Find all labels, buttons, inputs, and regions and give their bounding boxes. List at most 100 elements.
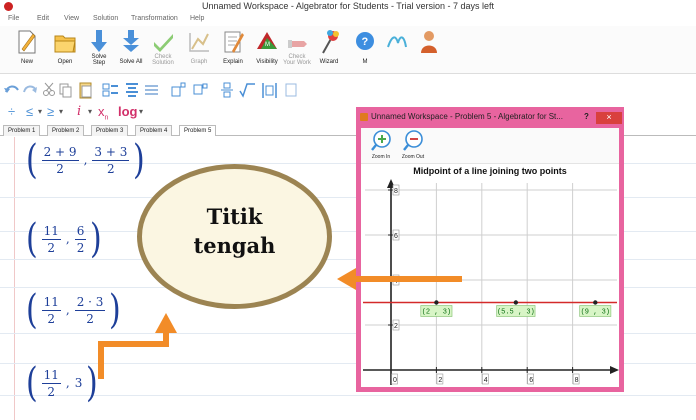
visibility-icon: M xyxy=(257,32,277,49)
italic-dropdown-icon[interactable]: ▾ xyxy=(88,107,92,123)
y-tick-label: 2 xyxy=(394,323,398,330)
ribbon-toolbar: New Open Solve Step Solve All Check Solu… xyxy=(0,26,696,74)
comma: , xyxy=(83,153,88,167)
denominator: 2 xyxy=(76,240,85,255)
comma: , xyxy=(65,232,70,246)
divide-button[interactable]: ÷ xyxy=(8,104,15,120)
menu-help[interactable]: Help xyxy=(190,15,204,22)
x-tick-label: 2 xyxy=(438,377,442,384)
x-tick-label: 8 xyxy=(575,377,579,384)
align-right-icon xyxy=(145,85,158,95)
graph-button[interactable]: Graph xyxy=(180,26,218,74)
zoom-in-button[interactable]: Zoom In xyxy=(367,129,395,163)
menu-file[interactable]: File xyxy=(8,15,19,22)
denominator: 2 xyxy=(56,161,64,176)
log-dropdown-icon[interactable]: ▾ xyxy=(139,107,143,123)
log-button[interactable]: log xyxy=(118,104,138,120)
open-button[interactable]: Open xyxy=(46,26,84,74)
numerator: 11 xyxy=(41,223,61,240)
menu-view[interactable]: View xyxy=(64,15,79,22)
graph-window-logo-icon xyxy=(360,113,368,121)
denominator: 2 xyxy=(107,161,115,176)
check-solution-button[interactable]: Check Solution xyxy=(144,26,182,74)
graph-window-titlebar[interactable]: Unnamed Workspace - Problem 5 - Algebrat… xyxy=(360,110,622,124)
graph-window-body: Zoom In Zoom Out Midpoint of a line join… xyxy=(361,128,619,387)
fraction: 3 + 32 xyxy=(92,144,130,176)
step-3-expression[interactable]: ( 11 2 , 2 · 32 ) xyxy=(24,290,123,330)
title-bar: Unnamed Workspace - Algebrator for Stude… xyxy=(0,0,696,14)
callout-line-2: tengah xyxy=(193,233,276,258)
data-point xyxy=(434,300,439,305)
margin-line xyxy=(14,137,15,420)
zoom-in-icon xyxy=(371,130,391,151)
right-paren: ) xyxy=(86,360,99,406)
menu-bar: File Edit View Solution Transformation H… xyxy=(0,14,696,26)
graph-close-button[interactable]: × xyxy=(596,112,622,124)
paste-icon xyxy=(79,82,92,99)
y-tick-label: 8 xyxy=(394,188,398,195)
graph-help-button[interactable]: ? xyxy=(584,110,589,124)
svg-text:M: M xyxy=(265,42,270,48)
graph-icon xyxy=(189,33,209,52)
ruled-line xyxy=(0,395,696,396)
wizard-button[interactable]: Wizard xyxy=(310,26,348,74)
graph-title: Midpoint of a line joining two points xyxy=(413,166,567,176)
menu-transformation[interactable]: Transformation xyxy=(131,15,178,22)
matrix-icon xyxy=(285,83,297,97)
left-paren: ( xyxy=(25,360,38,406)
graph-toolbar: Zoom In Zoom Out xyxy=(361,128,619,164)
format-toolbar-1 xyxy=(0,79,696,101)
tab-problem-2[interactable]: Problem 2 xyxy=(47,125,85,136)
step-1-expression[interactable]: ( 2 + 92 , 3 + 32 ) xyxy=(24,140,147,180)
denominator: 2 xyxy=(47,311,56,326)
left-paren: ( xyxy=(25,137,38,183)
solve-step-icon xyxy=(91,30,107,52)
subscript-n: n xyxy=(104,114,109,122)
zoom-out-icon xyxy=(403,130,423,151)
fraction: 62 xyxy=(74,224,87,255)
zoom-out-button[interactable]: Zoom Out xyxy=(399,129,427,163)
italic-button[interactable]: i xyxy=(77,104,81,120)
numerator: 2 · 3 xyxy=(74,294,106,311)
fraction: 2 + 92 xyxy=(41,145,79,176)
root-icon xyxy=(239,83,255,98)
greater-equal-dropdown-icon[interactable]: ▾ xyxy=(59,107,63,123)
abs-icon xyxy=(262,83,277,98)
left-paren: ( xyxy=(25,216,38,262)
x-axis-arrow xyxy=(610,366,619,374)
numerator: 3 + 3 xyxy=(92,144,130,161)
menu-solution[interactable]: Solution xyxy=(93,15,118,22)
redo-icon xyxy=(23,85,37,93)
value: 3 xyxy=(74,376,83,390)
svg-text:?: ? xyxy=(362,36,369,48)
less-equal-dropdown-icon[interactable]: ▾ xyxy=(38,107,42,123)
graph-plot[interactable]: 0 2 4 6 8 2 4 6 8 (2 , 3) (5.5 , 3) (9 , 3) xyxy=(361,179,619,387)
open-folder-icon xyxy=(54,35,76,53)
window-title: Unnamed Workspace - Algebrator for Stude… xyxy=(202,1,494,11)
subscript-button[interactable]: xn xyxy=(98,104,109,122)
greater-equal-button[interactable]: ≥ xyxy=(47,104,54,120)
tab-problem-3[interactable]: Problem 3 xyxy=(91,125,129,136)
point-label: (9 , 3) xyxy=(581,309,610,317)
y-tick-label: 4 xyxy=(394,278,398,285)
comma: , xyxy=(65,303,70,317)
explain-button[interactable]: Explain xyxy=(214,26,252,74)
x-tick-label: 6 xyxy=(529,377,533,384)
wizard-icon xyxy=(322,30,339,54)
less-equal-button[interactable]: ≤ xyxy=(26,104,33,120)
fraction-icon xyxy=(221,82,233,98)
tab-problem-5[interactable]: Problem 5 xyxy=(179,125,217,136)
point-label: (5.5 , 3) xyxy=(497,309,535,317)
denominator: 2 xyxy=(47,384,56,399)
tutor-button[interactable] xyxy=(410,26,448,74)
step-2-expression[interactable]: ( 11 2 , 62 ) xyxy=(24,219,104,259)
align-left-icon xyxy=(102,83,118,97)
tab-problem-1[interactable]: Problem 1 xyxy=(3,125,41,136)
menu-edit[interactable]: Edit xyxy=(37,15,49,22)
graph-window[interactable]: Unnamed Workspace - Problem 5 - Algebrat… xyxy=(356,107,624,392)
activities-icon xyxy=(387,36,407,48)
step-4-expression[interactable]: ( 11 2 , 3 ) xyxy=(24,363,100,403)
solve-all-icon xyxy=(123,30,139,52)
new-button[interactable]: New xyxy=(8,26,46,74)
tab-problem-4[interactable]: Problem 4 xyxy=(135,125,173,136)
